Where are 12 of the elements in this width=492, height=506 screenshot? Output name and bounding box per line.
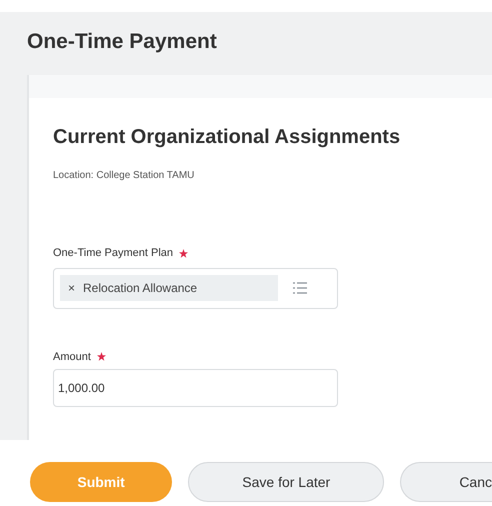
field-label: Amount <box>53 350 91 364</box>
field-label: One-Time Payment Plan <box>53 246 174 261</box>
page-title: One-Time Payment <box>27 29 218 55</box>
section-title: Current Organizational Assignments <box>53 125 402 150</box>
cancel-button[interactable]: Canc <box>400 462 492 502</box>
location-text: Location: College Station TAMU <box>53 169 196 183</box>
save-button[interactable]: Save for Later <box>188 462 384 502</box>
chip-label: Relocation Allowance <box>83 280 198 297</box>
list-icon[interactable] <box>292 281 308 295</box>
plan-select-field[interactable]: × Relocation Allowance <box>53 268 338 308</box>
amount-field[interactable]: 1,000.00 <box>53 369 338 407</box>
remove-chip-button[interactable]: × <box>68 279 76 297</box>
